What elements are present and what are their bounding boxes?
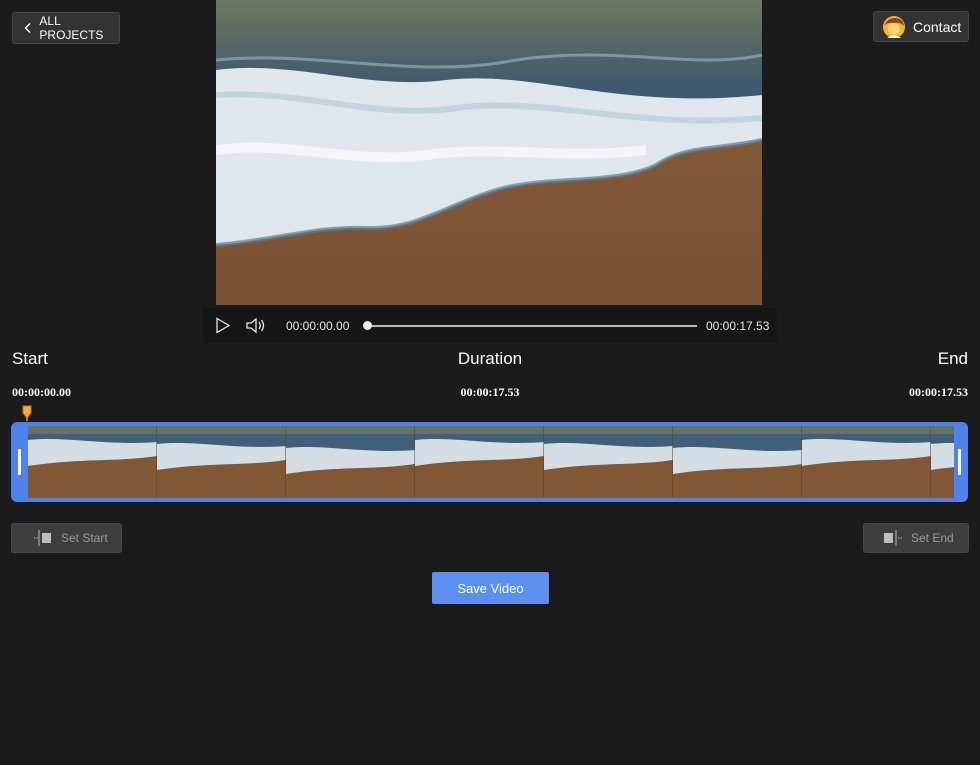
- contact-label: Contact: [913, 19, 961, 35]
- thumbnail-frame: [673, 426, 802, 498]
- playhead-marker-icon[interactable]: [22, 405, 32, 421]
- start-trim-handle[interactable]: [18, 449, 21, 475]
- seek-knob[interactable]: [363, 321, 372, 330]
- beach-waves-image: [216, 0, 762, 305]
- end-time-value: 00:00:17.53: [909, 385, 968, 400]
- duration-label: Duration: [0, 349, 980, 369]
- end-trim-handle[interactable]: [958, 449, 961, 475]
- set-start-label: Set Start: [61, 531, 108, 545]
- all-projects-label: ALL PROJECTS: [39, 14, 119, 42]
- thumbnail-frame: [802, 426, 931, 498]
- thumbnail-frame: [28, 426, 157, 498]
- thumbnail-frame: [286, 426, 415, 498]
- video-preview[interactable]: [216, 0, 762, 305]
- total-time: 00:00:17.53: [706, 319, 769, 333]
- set-end-label: Set End: [911, 531, 954, 545]
- trim-timeline[interactable]: [11, 422, 968, 502]
- chevron-left-icon: [21, 20, 35, 36]
- contact-button[interactable]: Contact: [873, 11, 969, 42]
- set-start-button[interactable]: Set Start: [11, 523, 122, 553]
- avatar-icon: [882, 15, 906, 39]
- save-video-button[interactable]: Save Video: [432, 572, 549, 604]
- video-controls: 00:00:00.00 00:00:17.53: [203, 308, 777, 343]
- thumbnail-frame: [415, 426, 544, 498]
- set-start-icon: [33, 529, 53, 547]
- thumbnail-strip: [28, 426, 954, 498]
- end-label: End: [938, 349, 968, 369]
- play-icon[interactable]: [215, 317, 231, 334]
- set-end-button[interactable]: Set End: [863, 523, 969, 553]
- duration-value: 00:00:17.53: [0, 385, 980, 400]
- volume-icon[interactable]: [246, 317, 266, 334]
- current-time: 00:00:00.00: [286, 319, 349, 333]
- seek-bar[interactable]: [367, 325, 697, 327]
- thumbnail-frame: [931, 426, 954, 498]
- thumbnail-frame: [157, 426, 286, 498]
- thumbnail-frame: [544, 426, 673, 498]
- all-projects-button[interactable]: ALL PROJECTS: [12, 12, 120, 44]
- set-end-icon: [883, 529, 903, 547]
